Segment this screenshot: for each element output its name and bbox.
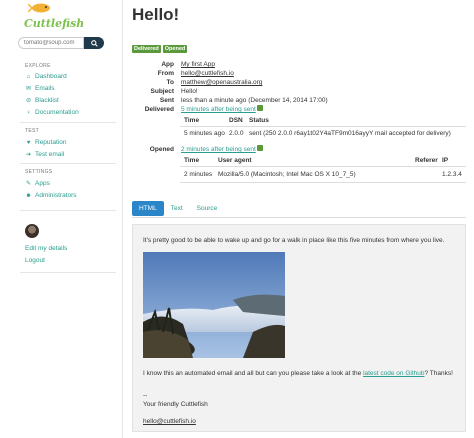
sidebar-divider — [20, 210, 116, 211]
signature-dashes: -- — [143, 392, 148, 399]
expand-icon — [256, 145, 263, 152]
message-paragraph: It's pretty good to be able to wake up a… — [143, 237, 445, 244]
cloud-valley-image — [143, 252, 285, 358]
table-divider — [180, 182, 466, 183]
settings-heading: SETTINGS — [25, 169, 53, 175]
ban-icon: ⊘ — [25, 98, 32, 104]
message-body: It's pretty good to be able to wake up a… — [132, 224, 466, 432]
sidebar-divider — [20, 122, 116, 123]
app-link[interactable]: My first App — [181, 61, 215, 68]
sidebar-item-label: Dashboard — [35, 73, 67, 80]
message-paragraph: I know this an automated email and all b… — [143, 370, 453, 377]
wrench-icon: ✎ — [25, 181, 32, 187]
to-link[interactable]: matthew@openaustralia.org — [181, 79, 262, 86]
delivery-cell-time: 5 minutes ago — [184, 130, 225, 137]
open-col-referer: Referer — [415, 157, 438, 164]
opened-link[interactable]: 2 minutes after being sent — [181, 146, 256, 153]
sidebar-divider — [20, 272, 116, 273]
sidebar-item-label: Reputation — [35, 139, 67, 146]
signature-email-link[interactable]: hello@cuttlefish.io — [143, 418, 196, 425]
subject-value: Hello! — [181, 88, 198, 95]
lightbulb-icon: ♀ — [26, 109, 31, 116]
message-text: I know this an automated email and all b… — [143, 370, 364, 377]
sidebar-item-test-email[interactable]: ➔ Test email — [25, 151, 64, 158]
status-badge-opened: Opened — [162, 45, 188, 53]
sidebar-item-administrators[interactable]: ☻ Administrators — [25, 192, 77, 199]
status-badges: Delivered Opened — [132, 45, 188, 53]
search-input[interactable] — [18, 37, 84, 49]
test-heading: TEST — [25, 128, 39, 134]
sidebar-item-documentation[interactable]: ♀ Documentation — [25, 109, 79, 116]
logo[interactable]: Cuttlefish — [22, 3, 85, 30]
heart-icon: ♥ — [26, 139, 31, 146]
sidebar: Cuttlefish EXPLORE ⌂ Dashboard ✉ Emails … — [0, 0, 123, 438]
cuttlefish-logo-icon — [28, 3, 50, 13]
tabs-divider — [132, 217, 466, 218]
format-tabs: HTML Text Source — [132, 201, 224, 216]
signature-line: Your friendly Cuttlefish — [143, 401, 208, 408]
open-cell-user-agent: Mozilla/5.0 (Macintosh; Intel Mac OS X 1… — [218, 171, 356, 178]
subject-label: Subject — [150, 88, 174, 95]
logo-text: Cuttlefish — [24, 17, 85, 30]
delivered-label: Delivered — [144, 106, 174, 113]
message-text: ? Thanks! — [424, 370, 453, 377]
search-form — [18, 37, 104, 49]
app-label: App — [161, 61, 174, 68]
table-divider — [180, 126, 466, 127]
open-cell-time: 2 minutes — [184, 171, 213, 178]
sidebar-item-label: Emails — [35, 85, 55, 92]
search-icon — [90, 39, 98, 47]
open-col-ip: IP — [442, 157, 449, 164]
logout-link[interactable]: Logout — [25, 257, 45, 264]
open-col-user-agent: User agent — [218, 157, 252, 164]
users-icon: ☻ — [25, 192, 32, 199]
expand-icon — [256, 105, 263, 112]
delivered-toggle[interactable]: 5 minutes after being sent — [181, 105, 263, 113]
search-button[interactable] — [84, 37, 104, 49]
delivery-col-dsn: DSN — [229, 117, 243, 124]
sidebar-divider — [20, 163, 116, 164]
status-badge-delivered: Delivered — [132, 45, 161, 53]
dashboard-icon: ⌂ — [26, 73, 31, 80]
sidebar-item-label: Documentation — [35, 109, 79, 116]
from-label: From — [157, 70, 174, 77]
tab-text[interactable]: Text — [164, 201, 190, 216]
envelope-icon: ✉ — [25, 86, 32, 92]
opened-label: Opened — [149, 146, 174, 153]
tab-html[interactable]: HTML — [132, 201, 164, 216]
tab-source[interactable]: Source — [190, 201, 225, 216]
explore-heading: EXPLORE — [25, 63, 51, 69]
table-divider — [180, 166, 466, 167]
delivery-col-status: Status — [249, 117, 269, 124]
sidebar-item-dashboard[interactable]: ⌂ Dashboard — [25, 73, 67, 80]
landscape-photo — [143, 252, 285, 358]
sidebar-item-blacklist[interactable]: ⊘ Blacklist — [25, 97, 59, 104]
delivered-link[interactable]: 5 minutes after being sent — [181, 106, 256, 113]
opened-toggle[interactable]: 2 minutes after being sent — [181, 145, 263, 153]
sidebar-item-label: Test email — [35, 151, 65, 158]
open-col-time: Time — [184, 157, 200, 164]
sent-value: less than a minute ago (December 14, 201… — [181, 97, 328, 104]
avatar — [25, 224, 39, 238]
sidebar-item-apps[interactable]: ✎ Apps — [25, 180, 50, 187]
sidebar-item-reputation[interactable]: ♥ Reputation — [25, 139, 67, 146]
sent-label: Sent — [159, 97, 174, 104]
arrow-right-icon: ➔ — [25, 152, 32, 158]
page-title: Hello! — [132, 5, 180, 24]
delivery-cell-status: sent (250 2.0.0 r6ay1t02Y4aTF9m016ayyY m… — [249, 130, 451, 137]
sidebar-item-label: Blacklist — [35, 97, 59, 104]
from-link[interactable]: hello@cuttlefish.io — [181, 70, 234, 77]
sidebar-item-emails[interactable]: ✉ Emails — [25, 85, 55, 92]
delivery-col-time: Time — [184, 117, 200, 124]
delivery-cell-dsn: 2.0.0 — [229, 130, 244, 137]
github-link[interactable]: latest code on Github — [363, 370, 424, 377]
sidebar-item-label: Apps — [35, 180, 50, 187]
open-cell-ip: 1.2.3.4 — [442, 171, 462, 178]
sidebar-item-label: Administrators — [35, 192, 77, 199]
edit-details-link[interactable]: Edit my details — [25, 245, 67, 252]
to-label: To — [166, 79, 174, 86]
